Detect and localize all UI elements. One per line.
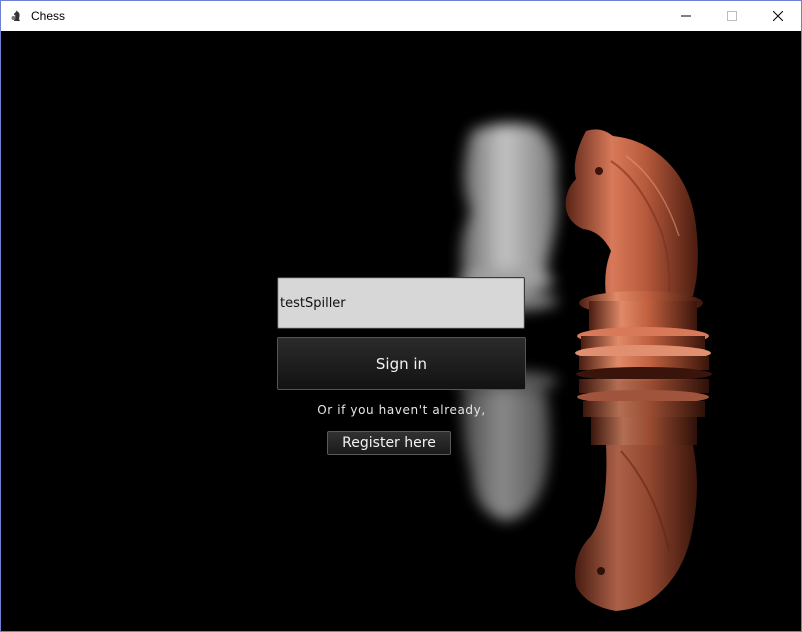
sign-in-label: Sign in <box>375 354 428 373</box>
close-button[interactable] <box>755 1 801 31</box>
sign-in-button[interactable]: Sign in <box>277 337 526 390</box>
maximize-icon <box>727 11 737 21</box>
close-icon <box>773 11 783 21</box>
register-label: Register here <box>342 435 436 451</box>
register-button[interactable]: Register here <box>327 431 451 455</box>
chess-app-icon <box>9 8 25 24</box>
register-prompt-text: Or if you haven't already, <box>317 403 486 417</box>
window-title: Chess <box>31 9 66 23</box>
minimize-button[interactable] <box>663 1 709 31</box>
username-input[interactable] <box>277 277 525 329</box>
title-bar[interactable]: Chess <box>1 1 801 31</box>
login-screen: Sign in Or if you haven't already, Regis… <box>1 31 801 631</box>
minimize-icon <box>681 15 691 17</box>
maximize-button[interactable] <box>709 1 755 31</box>
window-controls <box>663 1 801 31</box>
app-window: Chess testSpiller Sign in Or if you have… <box>0 0 802 632</box>
chess-knights-background <box>454 123 712 611</box>
